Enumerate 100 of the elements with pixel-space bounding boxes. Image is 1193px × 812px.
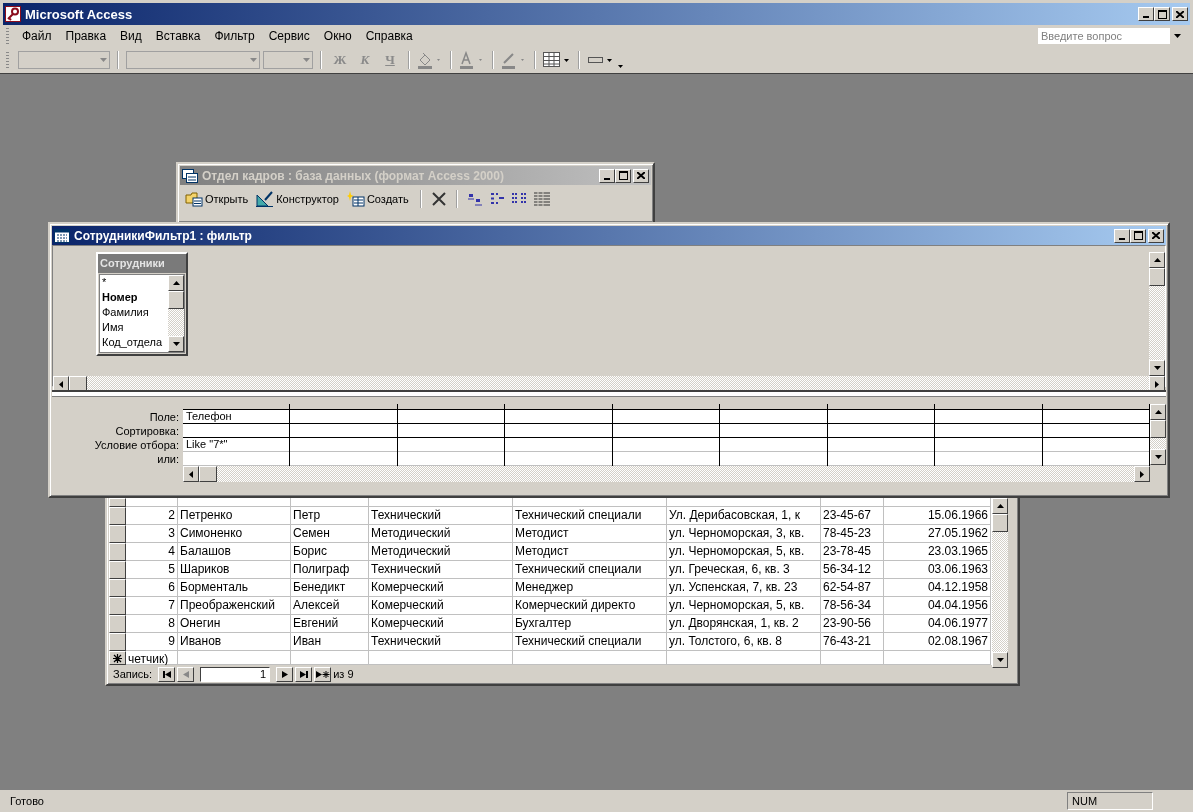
- dropdown-arrow-icon: [249, 58, 257, 62]
- scroll-left-button[interactable]: [183, 466, 199, 482]
- menu-item[interactable]: Файл: [15, 27, 59, 45]
- record-label: Запись:: [113, 668, 153, 680]
- minimize-button[interactable]: [1138, 7, 1154, 21]
- table-cell: Методический: [369, 543, 513, 561]
- column-selector[interactable]: [935, 404, 1042, 410]
- record-number-field[interactable]: 1: [200, 666, 271, 682]
- scroll-up-button[interactable]: [1150, 404, 1166, 420]
- table-cell: Ул. Дерибасовская, 1, к: [667, 507, 821, 525]
- list-view-icon[interactable]: [511, 192, 528, 206]
- key-icon: [5, 6, 21, 22]
- toolbar-button[interactable]: Открыть: [184, 191, 250, 207]
- previous-record-button[interactable]: [177, 666, 195, 682]
- column-selector[interactable]: [827, 404, 935, 410]
- help-search-field[interactable]: Введите вопрос: [1037, 27, 1171, 45]
- column-selector[interactable]: [505, 404, 612, 410]
- field-item[interactable]: Код_отдела: [100, 335, 168, 350]
- scroll-down-button[interactable]: [1149, 360, 1165, 376]
- table-cell: Комерческий: [369, 579, 513, 597]
- record-selector[interactable]: [109, 561, 126, 579]
- menu-item[interactable]: Вид: [113, 27, 149, 45]
- table-cell: 56-34-12: [821, 561, 884, 579]
- table-cell: Семен: [291, 525, 369, 543]
- menu-item[interactable]: Фильтр: [207, 27, 262, 45]
- scroll-thumb[interactable]: [1149, 268, 1165, 286]
- table-cell: Иванов: [178, 633, 291, 651]
- table-cell: ул. Греческая, 6, кв. 3: [667, 561, 821, 579]
- grid-cell[interactable]: Телефон: [183, 410, 290, 424]
- scroll-thumb[interactable]: [1150, 420, 1166, 438]
- toolbar-button[interactable]: Создать: [345, 191, 410, 207]
- scroll-up-button[interactable]: [1149, 252, 1165, 268]
- table-cell: Петренко: [178, 507, 291, 525]
- table-cell: Борменталь: [178, 579, 291, 597]
- column-selector[interactable]: [1042, 404, 1149, 410]
- field-item[interactable]: Номер: [100, 290, 168, 305]
- pane-splitter[interactable]: [52, 390, 1166, 397]
- field-item[interactable]: *: [100, 275, 168, 290]
- vertical-scrollbar[interactable]: [1150, 404, 1166, 465]
- vertical-scrollbar[interactable]: [168, 275, 184, 352]
- new-record-button[interactable]: [314, 666, 332, 682]
- down-arrow-icon: [1153, 366, 1161, 370]
- scroll-thumb[interactable]: [168, 291, 184, 309]
- table-cell: Онегин: [178, 615, 291, 633]
- table-cell: 62-54-87: [821, 579, 884, 597]
- menu-item[interactable]: Вставка: [148, 27, 208, 45]
- record-selector[interactable]: [109, 633, 126, 651]
- table-cell: Технический специали: [513, 507, 667, 525]
- grid-icon[interactable]: [543, 52, 571, 68]
- horizontal-scrollbar[interactable]: [183, 466, 1150, 482]
- record-selector[interactable]: [109, 507, 126, 525]
- menu-item[interactable]: Правка: [58, 27, 114, 45]
- small-icons-view-icon[interactable]: [489, 192, 506, 206]
- next-record-button[interactable]: [276, 666, 294, 682]
- toolbar-button[interactable]: Конструктор: [255, 191, 340, 207]
- details-view-icon[interactable]: [533, 192, 550, 206]
- font-color-icon[interactable]: [459, 51, 485, 69]
- maximize-button[interactable]: [1154, 7, 1170, 21]
- field-item[interactable]: Фамилия: [100, 305, 168, 320]
- record-selector[interactable]: [109, 543, 126, 561]
- scroll-down-button[interactable]: [168, 336, 184, 352]
- field-item[interactable]: Имя: [100, 320, 168, 335]
- scroll-thumb[interactable]: [992, 514, 1008, 532]
- menu-item[interactable]: Сервис: [261, 27, 317, 45]
- scroll-up-button[interactable]: [992, 498, 1008, 514]
- maximize-icon: [618, 171, 628, 180]
- table-cell: Технический: [369, 561, 513, 579]
- record-selector[interactable]: [109, 597, 126, 615]
- pen-color-icon[interactable]: [501, 51, 527, 69]
- table-cell: Преображенский: [178, 597, 291, 615]
- table-cell: 4: [126, 543, 178, 561]
- scroll-thumb[interactable]: [199, 466, 217, 482]
- record-selector[interactable]: [109, 615, 126, 633]
- record-selector[interactable]: [109, 651, 126, 665]
- vertical-scrollbar[interactable]: [1149, 252, 1165, 376]
- first-record-button[interactable]: [158, 666, 176, 682]
- grid-cell[interactable]: Like "7*": [183, 438, 290, 452]
- close-button[interactable]: [1148, 228, 1164, 243]
- large-icons-view-icon[interactable]: [467, 192, 484, 206]
- menu-item[interactable]: Справка: [358, 27, 420, 45]
- down-arrow-icon: [996, 658, 1004, 662]
- minimize-button[interactable]: [1114, 228, 1130, 243]
- delete-icon[interactable]: [431, 192, 446, 206]
- vertical-scrollbar[interactable]: [992, 498, 1008, 668]
- scroll-down-button[interactable]: [992, 652, 1008, 668]
- scroll-up-button[interactable]: [168, 275, 184, 291]
- maximize-button[interactable]: [1130, 228, 1146, 243]
- column-selector[interactable]: [720, 404, 827, 410]
- last-record-button[interactable]: [295, 666, 313, 682]
- scroll-right-button[interactable]: [1134, 466, 1150, 482]
- column-selector[interactable]: [397, 404, 505, 410]
- record-selector[interactable]: [109, 579, 126, 597]
- table-cell: 2: [126, 507, 178, 525]
- close-button[interactable]: [1172, 7, 1188, 21]
- column-selector[interactable]: [612, 404, 720, 410]
- record-selector[interactable]: [109, 498, 126, 507]
- menu-item[interactable]: Окно: [316, 27, 359, 45]
- column-selector[interactable]: [290, 404, 397, 410]
- record-selector[interactable]: [109, 525, 126, 543]
- scroll-down-button[interactable]: [1150, 449, 1166, 465]
